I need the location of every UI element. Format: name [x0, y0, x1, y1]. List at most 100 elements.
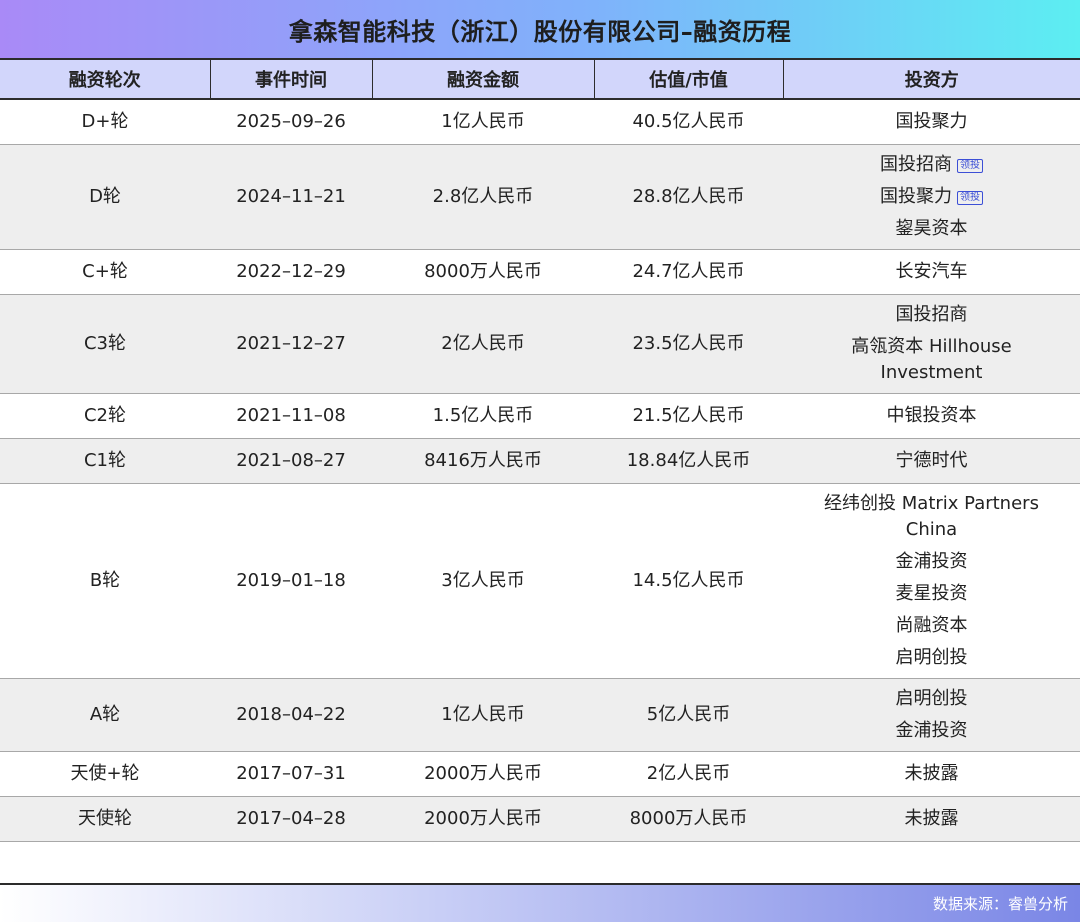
col-header-valuation: 估值/市值 [594, 60, 784, 100]
cell-amount: 8000万人民币 [372, 249, 594, 295]
investor-name: 国投聚力 [895, 111, 968, 132]
col-header-amount: 融资金额 [372, 60, 595, 100]
cell-amount: 2亿人民币 [372, 294, 594, 394]
cell-date: 2022–12–29 [210, 249, 372, 295]
cell-date: 2017–04–28 [210, 796, 372, 842]
investor-name: 国投招商 [895, 304, 968, 325]
table-row: C3轮 2021–12–27 2亿人民币 23.5亿人民币 国投招商 高瓴资本 Hillh… [0, 294, 1080, 394]
cell-round: C+轮 [0, 249, 210, 295]
investor-item: 启明创投 [799, 683, 1064, 715]
cell-amount: 3亿人民币 [372, 483, 594, 679]
cell-investors: 中银投资本 [783, 393, 1080, 439]
cell-round: D+轮 [0, 99, 210, 145]
investor-item: 金浦投资 [799, 546, 1064, 578]
cell-valuation: 18.84亿人民币 [594, 438, 783, 484]
investor-name: 启明创投 [895, 647, 968, 668]
investor-name: 宁德时代 [895, 450, 968, 471]
source-note: 数据来源：睿兽分析 [932, 895, 1068, 913]
cell-round: C1轮 [0, 438, 210, 484]
cell-round: C3轮 [0, 294, 210, 394]
cell-investors: 国投招商高瓴资本 Hillhouse Investment [783, 294, 1080, 394]
investor-item: 金浦投资 [799, 715, 1064, 747]
investor-item: 国投招商 领投 [799, 149, 1064, 181]
investor-item: 经纬创投 Matrix Partners China [799, 488, 1064, 546]
investor-item: 国投招商 [799, 299, 1064, 331]
cell-valuation: 14.5亿人民币 [594, 483, 783, 679]
table-row: D+轮 2025–09–26 1亿人民币 40.5亿人民币 国投聚力 [0, 99, 1080, 145]
cell-date: 2018–04–22 [210, 678, 372, 752]
investor-item: 未披露 [799, 803, 1064, 835]
col-header-date: 事件时间 [210, 60, 373, 100]
cell-round: B轮 [0, 483, 210, 679]
cell-amount: 2.8亿人民币 [372, 144, 594, 250]
cell-date: 2021–12–27 [210, 294, 372, 394]
investor-item: 鋆昊资本 [799, 213, 1064, 245]
cell-investors: 宁德时代 [783, 438, 1080, 484]
cell-investors: 国投聚力 [783, 99, 1080, 145]
cell-amount: 1亿人民币 [372, 99, 594, 145]
investor-name: 启明创投 [895, 688, 968, 709]
investor-name: 金浦投资 [895, 720, 968, 741]
investor-name: 未披露 [904, 763, 959, 784]
lead-investor-badge: 领投 [957, 191, 983, 205]
cell-amount: 1.5亿人民币 [372, 393, 594, 439]
investor-name: 国投聚力 [880, 186, 952, 207]
cell-valuation: 28.8亿人民币 [594, 144, 783, 250]
investor-item: 中银投资本 [799, 400, 1064, 432]
table-row: 天使+轮 2017–07–31 2000万人民币 2亿人民币 未披露 [0, 751, 1080, 797]
table-header: 融资轮次 事件时间 融资金额 估值/市值 投资方 [0, 60, 1080, 100]
investor-name: 高瓴资本 Hillhouse Investment [851, 336, 1012, 383]
cell-valuation: 21.5亿人民币 [594, 393, 783, 439]
investor-name: 鋆昊资本 [895, 218, 968, 239]
investor-item: 启明创投 [799, 642, 1064, 674]
cell-date: 2019–01–18 [210, 483, 372, 679]
investor-name: 中银投资本 [886, 405, 977, 426]
financing-table: 融资轮次 事件时间 融资金额 估值/市值 投资方 D+轮 2025–09–26 1亿… [0, 60, 1080, 842]
investor-item: 宁德时代 [799, 445, 1064, 477]
cell-date: 2017–07–31 [210, 751, 372, 797]
investor-name: 麦星投资 [895, 583, 968, 604]
cell-round: 天使+轮 [0, 751, 210, 797]
table-row: A轮 2018–04–22 1亿人民币 5亿人民币 启明创投 金浦投资 [0, 678, 1080, 752]
investor-item: 国投聚力 领投 [799, 181, 1064, 213]
investor-name: 长安汽车 [895, 261, 968, 282]
investor-name: 国投招商 [880, 154, 952, 175]
page-title: 拿森智能科技（浙江）股份有限公司–融资历程 [288, 17, 792, 46]
cell-valuation: 24.7亿人民币 [594, 249, 783, 295]
cell-valuation: 23.5亿人民币 [594, 294, 783, 394]
cell-round: C2轮 [0, 393, 210, 439]
cell-valuation: 40.5亿人民币 [594, 99, 783, 145]
cell-amount: 1亿人民币 [372, 678, 594, 752]
cell-investors: 国投招商 领投 国投聚力 领投 鋆昊资本 [783, 144, 1080, 250]
cell-amount: 8416万人民币 [372, 438, 594, 484]
investor-name: 经纬创投 Matrix Partners China [824, 493, 1039, 540]
table-row: D轮 2024–11–21 2.8亿人民币 28.8亿人民币 国投招商 领投 国投聚力 领投鋆… [0, 144, 1080, 250]
cell-investors: 未披露 [783, 796, 1080, 842]
investor-name: 未披露 [904, 808, 959, 829]
investor-name: 金浦投资 [895, 551, 968, 572]
investor-item: 尚融资本 [799, 610, 1064, 642]
title-bar: 拿森智能科技（浙江）股份有限公司–融资历程 [0, 0, 1080, 60]
cell-investors: 启明创投 金浦投资 [783, 678, 1080, 752]
cell-valuation: 2亿人民币 [594, 751, 783, 797]
table-row: C1轮 2021–08–27 8416万人民币 18.84亿人民币 宁德时代 [0, 438, 1080, 484]
investor-item: 长安汽车 [799, 256, 1064, 288]
cell-date: 2021–08–27 [210, 438, 372, 484]
investor-name: 尚融资本 [895, 615, 968, 636]
cell-valuation: 8000万人民币 [594, 796, 783, 842]
cell-round: A轮 [0, 678, 210, 752]
cell-investors: 长安汽车 [783, 249, 1080, 295]
cell-investors: 经纬创投 Matrix Partners China 金浦投资麦星投资尚融资本启明… [783, 483, 1080, 679]
footer: 数据来源：睿兽分析 [0, 883, 1080, 922]
lead-investor-badge: 领投 [957, 159, 983, 173]
investor-item: 麦星投资 [799, 578, 1064, 610]
cell-valuation: 5亿人民币 [594, 678, 783, 752]
table-row: C2轮 2021–11–08 1.5亿人民币 21.5亿人民币 中银投资本 [0, 393, 1080, 439]
col-header-round: 融资轮次 [0, 60, 211, 100]
investor-item: 国投聚力 [799, 106, 1064, 138]
cell-round: D轮 [0, 144, 210, 250]
cell-round: 天使轮 [0, 796, 210, 842]
cell-date: 2025–09–26 [210, 99, 372, 145]
table-row: B轮 2019–01–18 3亿人民币 14.5亿人民币 经纬创投 Matrix Par… [0, 483, 1080, 679]
cell-amount: 2000万人民币 [372, 751, 594, 797]
